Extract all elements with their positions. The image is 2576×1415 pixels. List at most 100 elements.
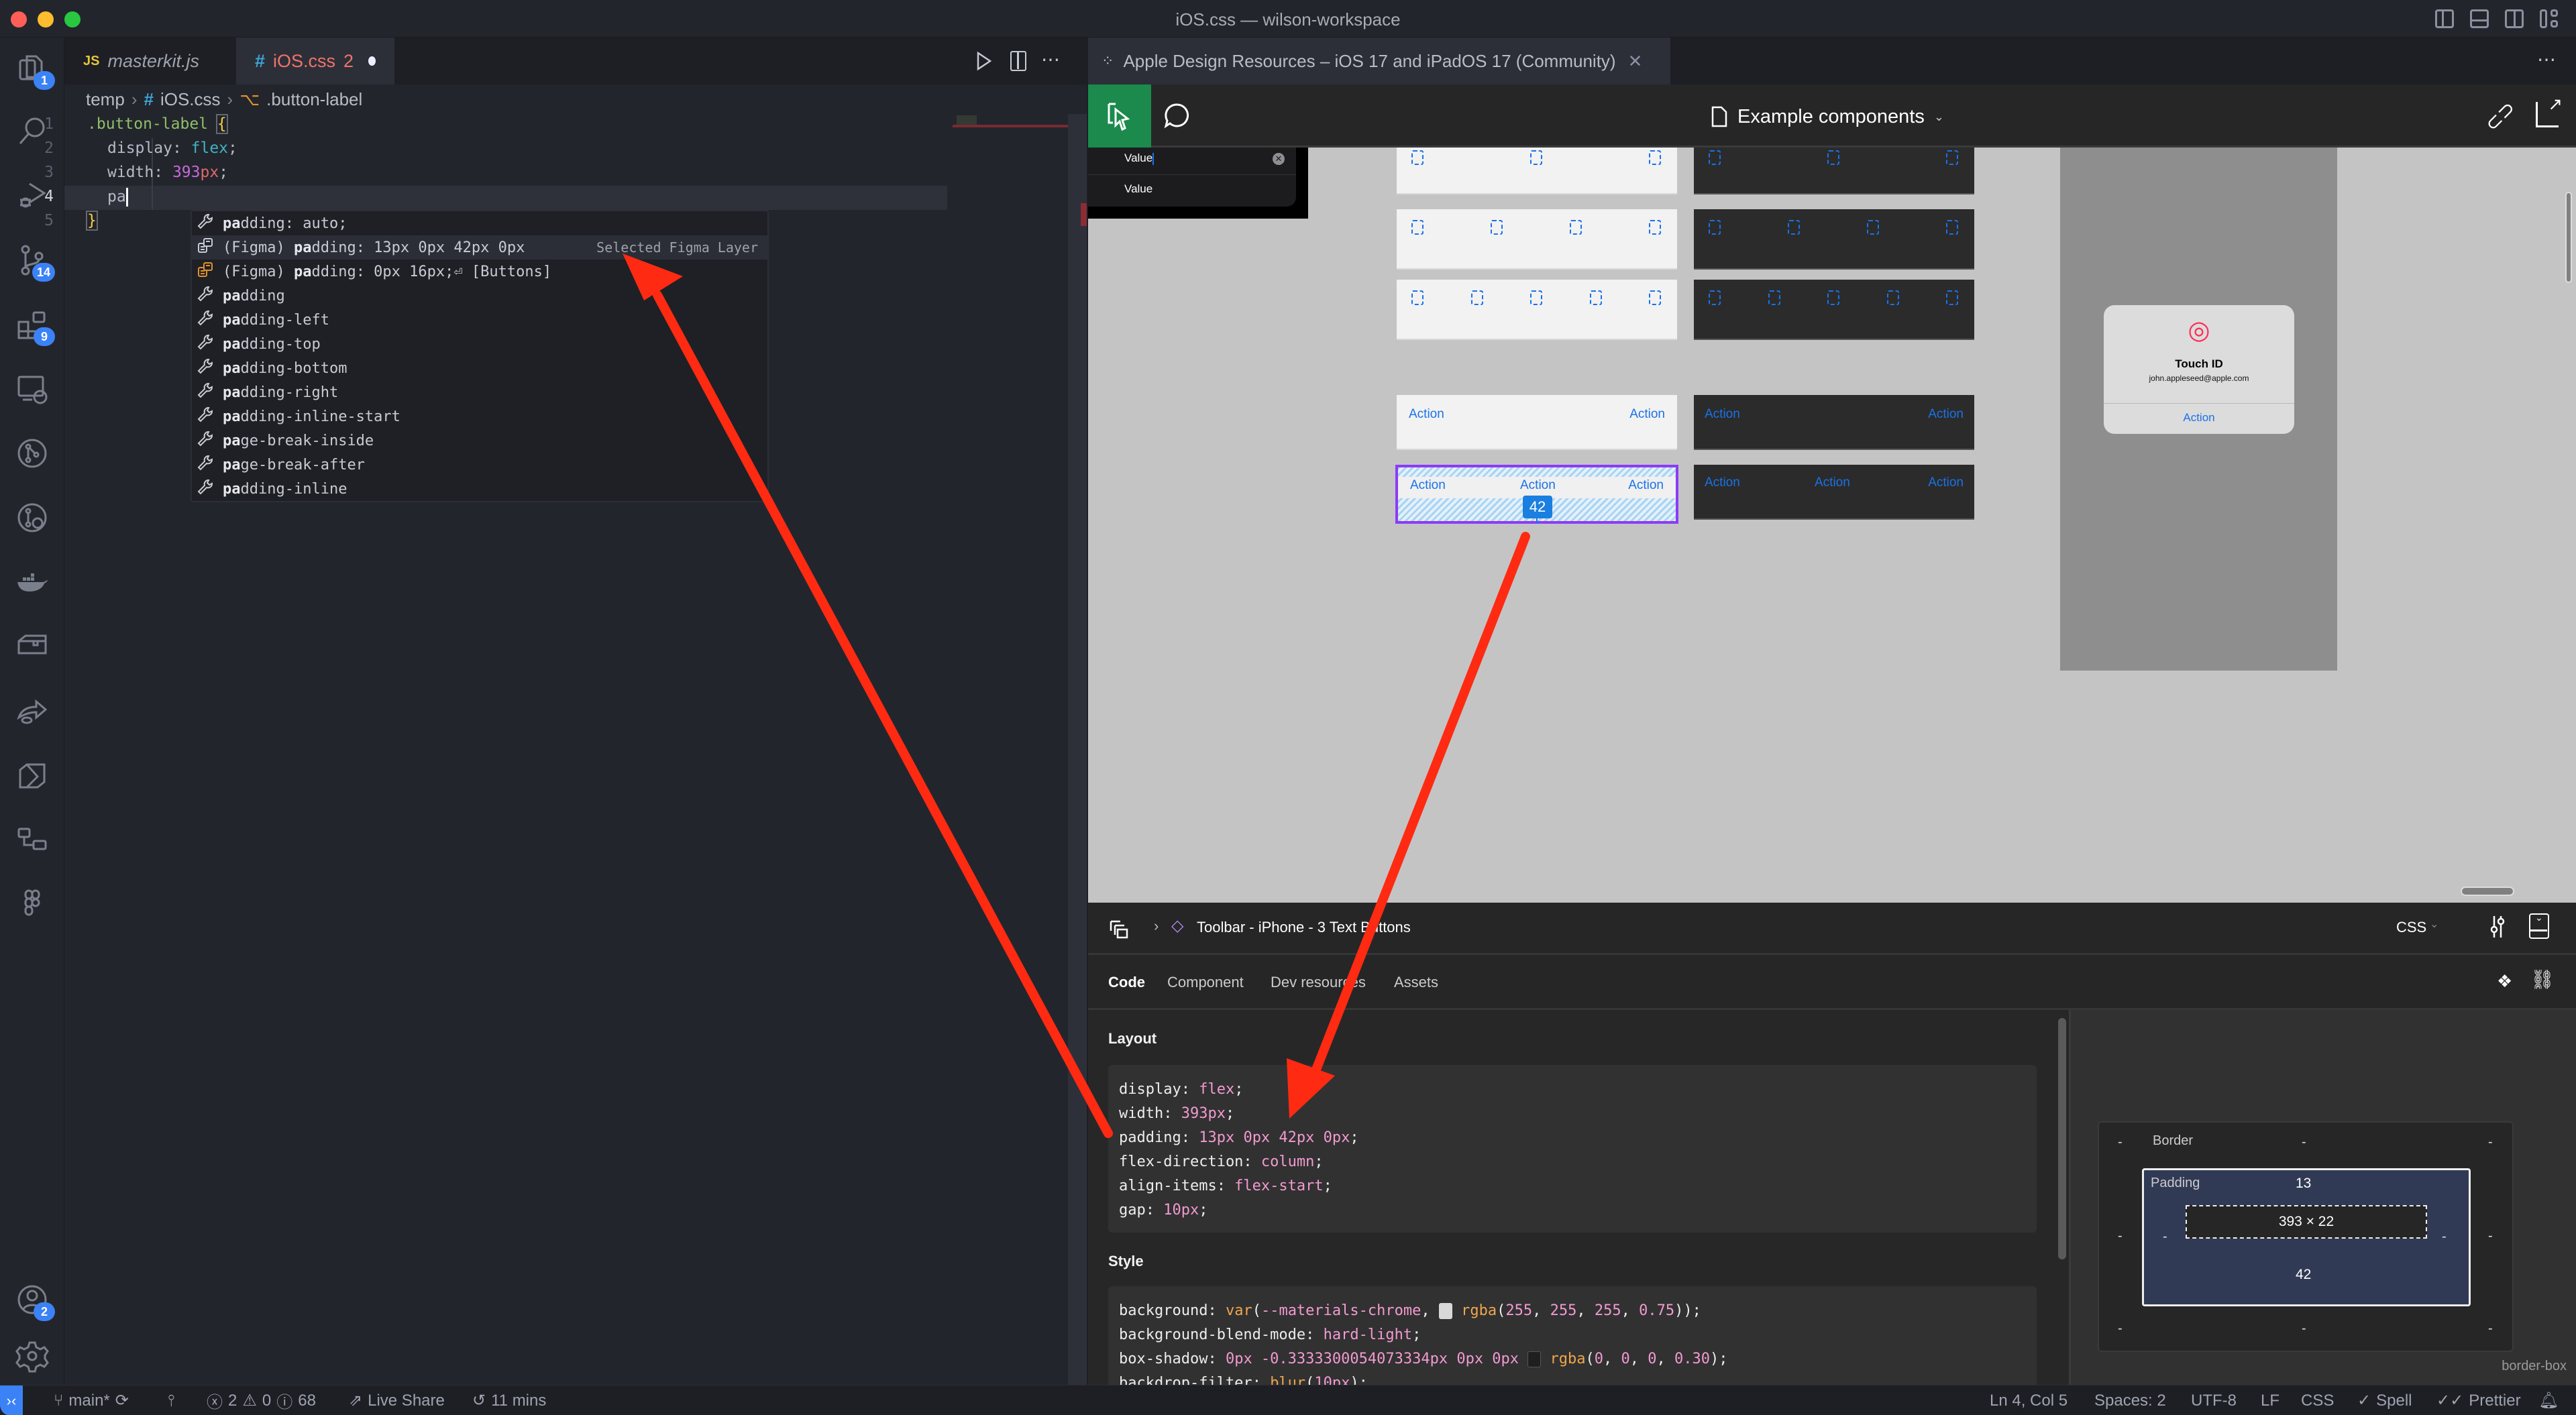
spell-status[interactable]: ✓ Spell (2357, 1385, 2412, 1415)
extensions-button[interactable]: 9 (12, 304, 55, 346)
toolbar-icon-placeholders-light[interactable] (1397, 209, 1677, 270)
add-link-icon[interactable]: ⛓ (2530, 968, 2555, 990)
comment-button[interactable] (1163, 102, 1190, 129)
tab-masterkit-js[interactable]: JS masterkit.js (64, 38, 236, 84)
suggestion-item[interactable]: (Figma) padding: 13px 0px 42px 0px Select… (192, 235, 767, 260)
tab-figma-file[interactable]: ⁘ Apple Design Resources – iOS 17 and iP… (1088, 38, 1670, 84)
link-icon[interactable]: ⊂⊃ (2480, 96, 2520, 136)
suggestion-item[interactable]: padding: auto; (192, 211, 767, 235)
minimap[interactable] (957, 115, 977, 125)
suggestion-item[interactable]: padding-top (192, 332, 767, 356)
tab-code[interactable]: Code (1108, 974, 1145, 991)
language-mode-status[interactable]: CSS (2301, 1385, 2334, 1415)
code-inspector: Layout display: flex; width: 393px; paddin… (1088, 1010, 2069, 1385)
live-share-status[interactable]: ⇗ Live Share (349, 1385, 445, 1415)
suggestion-item[interactable]: page-break-after (192, 453, 767, 477)
suggestion-item[interactable]: padding-left (192, 308, 767, 332)
style-code-block[interactable]: background: var(--materials-chrome, rgba… (1108, 1286, 2037, 1385)
toolbar-2-actions-dark[interactable]: Action Action (1694, 395, 1974, 450)
plugins-icon[interactable]: ❖ (2497, 971, 2512, 992)
customize-layout-icon[interactable] (2540, 9, 2560, 28)
packages-button[interactable] (12, 626, 52, 667)
explorer-button[interactable]: 1 (12, 48, 55, 90)
figma-button[interactable] (12, 884, 52, 924)
toolbar-icon-placeholders-dark[interactable] (1694, 148, 1974, 194)
toolbar-icon-placeholders-light[interactable] (1397, 280, 1677, 340)
more-actions-icon[interactable]: ⋯ (1041, 48, 1060, 70)
page-selector[interactable]: Example components ⌄ (1711, 102, 1944, 131)
layers-icon[interactable] (1108, 919, 1130, 940)
source-control-button[interactable]: 14 (12, 240, 55, 282)
notifications-bell-icon[interactable]: 🔔︎ (2538, 1385, 2559, 1415)
suggestion-item[interactable]: (Figma) padding: 0px 16px;⏎ [Buttons] (192, 260, 767, 284)
toolbar-3-actions-dark[interactable]: Action Action Action (1694, 465, 1974, 520)
action-label: Action (1705, 475, 1740, 490)
more-actions-icon[interactable]: ⋯ (2537, 48, 2556, 70)
remote-explorer-button[interactable] (12, 369, 52, 409)
suggestion-item[interactable]: padding-bottom (192, 356, 767, 380)
live-share-button[interactable] (12, 691, 52, 731)
collapse-panel-icon[interactable]: ⌄ (2529, 912, 2549, 939)
toolbar-icon-placeholders-dark[interactable] (1694, 209, 1974, 270)
editor-scrollbar[interactable] (1068, 114, 1087, 1385)
open-in-figma-icon[interactable]: ↗ (2536, 94, 2563, 127)
github-pull-requests-button[interactable] (12, 433, 52, 473)
breadcrumb-folder[interactable]: temp (86, 89, 125, 110)
tab-component[interactable]: Component (1167, 974, 1244, 991)
toolbar-2-actions-light[interactable]: Action Action (1397, 395, 1677, 450)
time-tracker-status[interactable]: ↺ 11 mins (472, 1385, 546, 1415)
language-select[interactable]: CSS (2396, 919, 2426, 936)
layer-breadcrumb[interactable]: Toolbar - iPhone - 3 Text Buttons (1197, 919, 1411, 936)
toggle-primary-sidebar-icon[interactable] (2435, 9, 2454, 28)
suggestion-item[interactable]: padding-inline (192, 477, 767, 501)
tab-dev-resources[interactable]: Dev resources (1271, 974, 1366, 991)
sync-icon[interactable]: ⟳ (115, 1391, 129, 1410)
phone-frame[interactable]: ◎ Touch ID john.appleseed@apple.com Acti… (2060, 148, 2337, 671)
toolbar-icon-placeholders-dark[interactable] (1694, 280, 1974, 340)
layout-code-block[interactable]: display: flex; width: 393px; padding: 13px… (1108, 1065, 2037, 1233)
figma-icon: ⁘ (1102, 52, 1114, 69)
problems-status[interactable]: ⓧ 2 ⚠ 0 ⓘ 68 (207, 1385, 316, 1415)
prettier-status[interactable]: ✓✓ Prettier (2436, 1385, 2521, 1415)
suggestion-item[interactable]: padding-right (192, 380, 767, 404)
canvas-horizontal-scrollbar[interactable] (2461, 887, 2514, 896)
indentation-status[interactable]: Spaces: 2 (2094, 1385, 2166, 1415)
accounts-button[interactable]: 2 (12, 1280, 55, 1321)
docker-button[interactable] (12, 562, 52, 602)
manage-button[interactable] (12, 1336, 52, 1376)
select-tool-button[interactable] (1088, 84, 1151, 148)
toolbar-3-text-buttons-selected[interactable]: Action Action Action 42 (1395, 465, 1678, 524)
eol-status[interactable]: LF (2261, 1385, 2279, 1415)
remote-indicator[interactable]: ›‹ (0, 1385, 23, 1415)
toggle-secondary-sidebar-icon[interactable] (2505, 9, 2524, 28)
suggestion-item[interactable]: padding (192, 284, 767, 308)
cursor-position[interactable]: Ln 4, Col 5 (1990, 1385, 2068, 1415)
placeholder-icon (1530, 290, 1542, 305)
suggestion-item[interactable]: padding-inline-start (192, 404, 767, 429)
settings-sliders-icon[interactable] (2487, 915, 2508, 939)
gitlens-button[interactable] (12, 755, 52, 795)
tab-ios-css[interactable]: # iOS.css 2 (236, 38, 394, 84)
text-field-frame[interactable]: Value ✕ Value (1088, 148, 1308, 219)
toggle-panel-icon[interactable] (2470, 9, 2489, 28)
canvas-vertical-scrollbar[interactable] (2565, 192, 2572, 283)
workflow-button[interactable] (12, 819, 52, 860)
layout-section-title: Layout (1108, 1030, 1157, 1047)
breadcrumb-selector[interactable]: .button-label (266, 89, 362, 110)
code-scrollbar[interactable] (2058, 1018, 2066, 1259)
suggestion-item[interactable]: page-break-inside (192, 429, 767, 453)
encoding-status[interactable]: UTF-8 (2191, 1385, 2237, 1415)
run-file-icon[interactable] (975, 51, 993, 71)
split-editor-icon[interactable] (1010, 51, 1026, 71)
branch-status[interactable]: ⑂ main* ⟳ (54, 1385, 129, 1415)
figma-toolbar: Example components ⌄ ⊂⊃ ↗ (1088, 84, 2576, 148)
breadcrumb-file[interactable]: iOS.css (160, 89, 221, 110)
tab-assets[interactable]: Assets (1394, 974, 1438, 991)
figma-canvas[interactable]: Value ✕ Value Action Action Action Actio… (1088, 148, 2576, 903)
gitlens-status[interactable]: ⫯ (168, 1385, 174, 1415)
github-issues-button[interactable] (12, 498, 52, 538)
toolbar-icon-placeholders-light[interactable] (1397, 148, 1677, 194)
unsaved-dot-icon[interactable] (368, 56, 376, 66)
close-tab-icon[interactable]: ✕ (1628, 51, 1643, 72)
touch-id-alert[interactable]: ◎ Touch ID john.appleseed@apple.com Acti… (2104, 305, 2294, 434)
